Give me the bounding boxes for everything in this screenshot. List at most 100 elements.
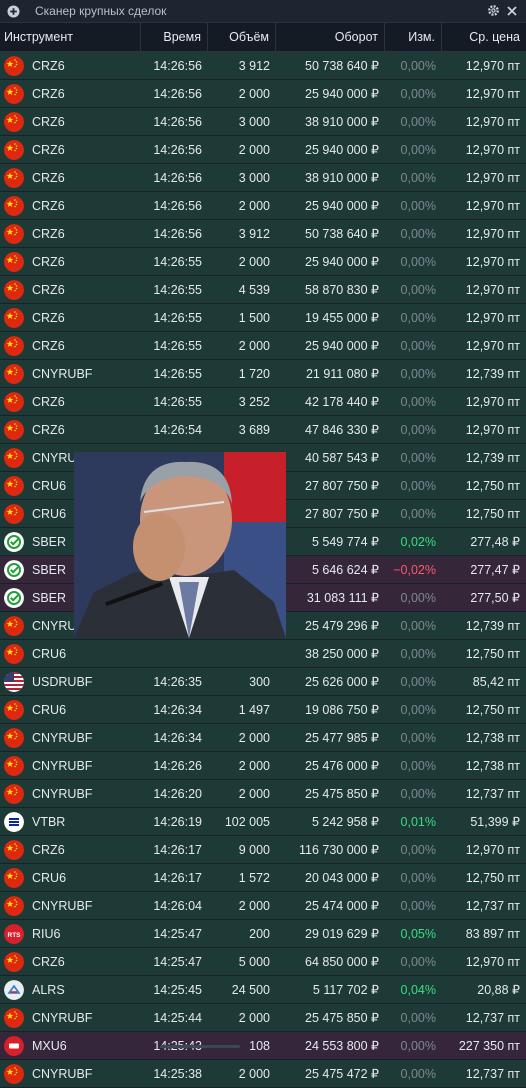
- table-row[interactable]: CNYRUBF 14:26:04 2 000 25 474 000 ₽ 0,00% 12,…: [0, 892, 526, 920]
- avg-price-cell: 12,750 пт: [465, 478, 520, 493]
- instrument-cell: CRZ6: [0, 164, 141, 191]
- close-icon[interactable]: [506, 4, 518, 22]
- gear-icon[interactable]: [487, 4, 500, 22]
- instrument-ticker: CNYRU: [32, 618, 77, 633]
- turnover-cell: 20 043 000 ₽: [305, 871, 379, 885]
- china-flag-icon: [4, 195, 24, 216]
- turnover-cell: 25 626 000 ₽: [305, 675, 379, 689]
- change-cell: 0,01%: [400, 814, 436, 829]
- turnover-cell: 19 086 750 ₽: [305, 703, 379, 717]
- table-row[interactable]: USDRUBF 14:26:35 300 25 626 000 ₽ 0,00% 85,42…: [0, 668, 526, 696]
- instrument-ticker: SBER: [32, 534, 67, 549]
- time-cell: 14:26:19: [153, 814, 202, 829]
- avg-price-cell: 12,739 пт: [465, 450, 520, 465]
- table-row[interactable]: CRU6 14:26:17 1 572 20 043 000 ₽ 0,00% 12,750…: [0, 864, 526, 892]
- volume-cell: 102 005: [224, 814, 270, 829]
- time-cell: 14:26:17: [153, 870, 202, 885]
- column-header-volume[interactable]: Объём: [208, 23, 276, 51]
- table-row[interactable]: CNYRUBF 14:26:55 1 720 21 911 080 ₽ 0,00% 12,…: [0, 360, 526, 388]
- table-row[interactable]: CRZ6 14:26:56 2 000 25 940 000 ₽ 0,00% 12,970…: [0, 136, 526, 164]
- column-header-turnover[interactable]: Оборот: [276, 23, 385, 51]
- table-row[interactable]: CRZ6 14:26:56 3 000 38 910 000 ₽ 0,00% 12,970…: [0, 164, 526, 192]
- table-row[interactable]: CRZ6 14:26:55 1 500 19 455 000 ₽ 0,00% 12,970…: [0, 304, 526, 332]
- change-cell: 0,00%: [400, 646, 436, 661]
- avg-price-cell: 83 897 пт: [465, 926, 520, 941]
- sber-logo-icon: [4, 587, 24, 608]
- table-row[interactable]: CRU6 38 250 000 ₽ 0,00% 12,750 пт: [0, 640, 526, 668]
- china-flag-icon: [4, 867, 24, 888]
- instrument-ticker: CRU6: [32, 478, 67, 493]
- table-row[interactable]: CNYRUBF 14:26:20 2 000 25 475 850 ₽ 0,00% 12,…: [0, 780, 526, 808]
- volume-cell: 2 000: [238, 758, 270, 773]
- change-cell: 0,00%: [400, 618, 436, 633]
- volume-cell: 2 000: [238, 898, 270, 913]
- change-cell: 0,00%: [400, 394, 436, 409]
- turnover-cell: 31 083 111 ₽: [306, 591, 379, 605]
- volume-cell: 2 000: [238, 786, 270, 801]
- table-row[interactable]: CNYRUBF 14:25:38 2 000 25 475 472 ₽ 0,00% 12,…: [0, 1060, 526, 1088]
- svg-text:RTS: RTS: [8, 932, 22, 939]
- avg-price-cell: 277,50 ₽: [470, 591, 520, 605]
- change-cell: 0,05%: [400, 926, 436, 941]
- table-row[interactable]: CRZ6 14:26:56 3 000 38 910 000 ₽ 0,00% 12,970…: [0, 108, 526, 136]
- table-row[interactable]: RTS RIU6 14:25:47 200 29 019 629 ₽ 0,05% 83 89…: [0, 920, 526, 948]
- avg-price-cell: 12,970 пт: [465, 954, 520, 969]
- table-row[interactable]: CRZ6 14:26:56 2 000 25 940 000 ₽ 0,00% 12,970…: [0, 192, 526, 220]
- instrument-ticker: CRZ6: [32, 394, 65, 409]
- sber-logo-icon: [4, 559, 24, 580]
- instrument-cell: CRZ6: [0, 80, 141, 107]
- table-row[interactable]: CRZ6 14:26:55 2 000 25 940 000 ₽ 0,00% 12,970…: [0, 332, 526, 360]
- table-row[interactable]: CRZ6 14:26:55 3 252 42 178 440 ₽ 0,00% 12,970…: [0, 388, 526, 416]
- instrument-ticker: CRZ6: [32, 282, 65, 297]
- table-row[interactable]: CNYRUBF 14:26:34 2 000 25 477 985 ₽ 0,00% 12,…: [0, 724, 526, 752]
- avg-price-cell: 277,47 ₽: [470, 563, 520, 577]
- table-row[interactable]: CRU6 14:26:34 1 497 19 086 750 ₽ 0,00% 12,750…: [0, 696, 526, 724]
- horizontal-scrollbar[interactable]: [160, 1045, 240, 1048]
- column-header-time[interactable]: Время: [141, 23, 208, 51]
- china-flag-icon: [4, 699, 24, 720]
- change-cell: 0,00%: [400, 422, 436, 437]
- time-cell: 14:26:56: [153, 226, 202, 241]
- table-row[interactable]: CRZ6 14:26:56 2 000 25 940 000 ₽ 0,00% 12,970…: [0, 80, 526, 108]
- instrument-cell: CRZ6: [0, 948, 141, 975]
- volume-cell: 3 000: [238, 170, 270, 185]
- table-row[interactable]: CRZ6 14:26:56 3 912 50 738 640 ₽ 0,00% 12,970…: [0, 220, 526, 248]
- table-row[interactable]: CRZ6 14:26:55 4 539 58 870 830 ₽ 0,00% 12,970…: [0, 276, 526, 304]
- change-cell: 0,00%: [400, 506, 436, 521]
- time-cell: 14:26:55: [153, 254, 202, 269]
- china-flag-icon: [4, 419, 24, 440]
- time-cell: [141, 640, 208, 667]
- change-cell: 0,00%: [400, 1010, 436, 1025]
- column-header-avg-price[interactable]: Ср. цена: [442, 23, 526, 51]
- instrument-ticker: CRU6: [32, 506, 67, 521]
- instrument-cell: CNYRUBF: [0, 780, 141, 807]
- table-row[interactable]: VTBR 14:26:19 102 005 5 242 958 ₽ 0,01% 51,39…: [0, 808, 526, 836]
- table-row[interactable]: CRZ6 14:25:47 5 000 64 850 000 ₽ 0,00% 12,970…: [0, 948, 526, 976]
- china-flag-icon: [4, 727, 24, 748]
- table-row[interactable]: CRZ6 14:26:54 3 689 47 846 330 ₽ 0,00% 12,970…: [0, 416, 526, 444]
- instrument-ticker: CRU6: [32, 702, 67, 717]
- instrument-cell: CNYRUBF: [0, 1004, 141, 1031]
- table-row[interactable]: CNYRUBF 14:25:44 2 000 25 475 850 ₽ 0,00% 12,…: [0, 1004, 526, 1032]
- china-flag-icon: [4, 503, 24, 524]
- table-row[interactable]: CRZ6 14:26:56 3 912 50 738 640 ₽ 0,00% 12,970…: [0, 52, 526, 80]
- turnover-cell: 27 807 750 ₽: [305, 507, 379, 521]
- table-row[interactable]: CRZ6 14:26:55 2 000 25 940 000 ₽ 0,00% 12,970…: [0, 248, 526, 276]
- table-row[interactable]: MXU614:25:4310824 553 800 ₽0,00%227 350 …: [0, 1032, 526, 1060]
- time-cell: 14:26:17: [153, 842, 202, 857]
- table-row[interactable]: CRZ6 14:26:17 9 000 116 730 000 ₽ 0,00% 12,97…: [0, 836, 526, 864]
- instrument-ticker: RIU6: [32, 926, 61, 941]
- change-cell: 0,00%: [400, 450, 436, 465]
- change-cell: 0,04%: [400, 982, 436, 997]
- table-row[interactable]: ALRS 14:25:45 24 500 5 117 702 ₽ 0,04% 20,88 …: [0, 976, 526, 1004]
- time-cell: 14:26:20: [153, 786, 202, 801]
- avg-price-cell: 12,970 пт: [465, 198, 520, 213]
- instrument-ticker: CRZ6: [32, 198, 65, 213]
- table-row[interactable]: CNYRUBF 14:26:26 2 000 25 476 000 ₽ 0,00% 12,…: [0, 752, 526, 780]
- add-widget-icon[interactable]: [3, 1, 23, 21]
- column-header-instrument[interactable]: Инструмент: [0, 23, 141, 51]
- column-header-change[interactable]: Изм.: [385, 23, 442, 51]
- turnover-cell: 58 870 830 ₽: [305, 283, 379, 297]
- china-flag-icon: [4, 1007, 24, 1028]
- turnover-cell: 29 019 629 ₽: [305, 927, 379, 941]
